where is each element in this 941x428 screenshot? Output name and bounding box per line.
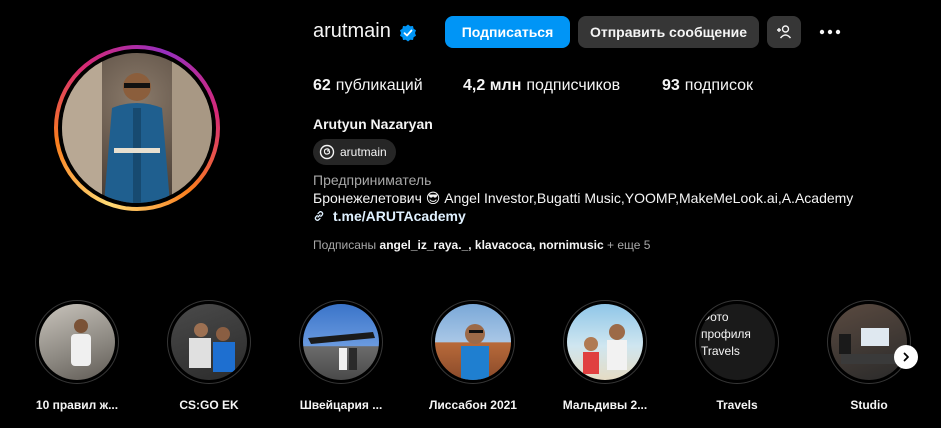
more-options-button[interactable] <box>814 16 846 48</box>
profile-avatar[interactable] <box>54 45 220 211</box>
profile-bio: Бронежелетович 😎 Angel Investor,Bugatti … <box>313 190 854 206</box>
verified-badge-icon <box>400 24 416 42</box>
highlight-label: Studio <box>850 398 888 412</box>
follow-button[interactable]: Подписаться <box>445 16 570 48</box>
highlight-label: Швейцария ... <box>299 398 383 412</box>
profile-username: arutmain <box>313 20 391 42</box>
suggested-users-button[interactable] <box>767 16 801 48</box>
threads-icon <box>319 144 335 160</box>
threads-handle: arutmain <box>340 145 387 159</box>
following-count: 93 <box>662 77 680 94</box>
highlight-item[interactable] <box>167 300 251 384</box>
full-name: Arutyun Nazaryan <box>313 116 433 132</box>
threads-link[interactable]: arutmain <box>313 139 396 165</box>
send-message-button[interactable]: Отправить сообщение <box>578 16 759 48</box>
highlight-cover <box>171 304 247 380</box>
followed-by[interactable]: Подписаны angel_iz_raya._, klavacoca, no… <box>313 238 650 252</box>
profile-category: Предприниматель <box>313 172 432 188</box>
avatar-photo <box>62 53 212 203</box>
highlight-cover-alt-text: Фото профиля Travels <box>699 304 775 380</box>
posts-count: 62 <box>313 77 331 94</box>
link-icon <box>314 211 324 221</box>
followers-label: подписчиков <box>526 77 621 94</box>
link-text: t.me/ARUTAcademy <box>333 208 466 224</box>
highlight-label: CS:GO EK <box>179 398 239 412</box>
posts-stat: 62 публикаций <box>313 77 423 95</box>
add-person-icon <box>777 25 792 39</box>
highlight-item[interactable] <box>299 300 383 384</box>
highlight-cover <box>435 304 511 380</box>
followed-by-names: angel_iz_raya._, klavacoca, nornimusic <box>379 238 604 252</box>
followers-count: 4,2 млн <box>463 77 522 94</box>
following-stat[interactable]: 93 подписок <box>662 77 753 95</box>
highlight-cover <box>831 304 907 380</box>
highlight-label: Travels <box>716 398 758 412</box>
highlight-item[interactable] <box>431 300 515 384</box>
following-label: подписок <box>684 77 754 94</box>
followed-suffix: + еще 5 <box>606 238 651 252</box>
followers-stat[interactable]: 4,2 млн подписчиков <box>463 77 620 95</box>
highlight-item[interactable] <box>563 300 647 384</box>
highlight-label: Мальдивы 2... <box>562 398 648 412</box>
highlight-cover <box>303 304 379 380</box>
highlight-item[interactable] <box>35 300 119 384</box>
profile-link[interactable]: t.me/ARUTAcademy <box>313 208 466 224</box>
highlights-next-button[interactable] <box>894 345 918 369</box>
avatar-illustration <box>62 53 212 203</box>
highlight-item[interactable]: Фото профиля Travels <box>695 300 779 384</box>
chevron-right-icon <box>903 352 909 362</box>
highlight-label: 10 правил ж... <box>35 398 119 412</box>
highlight-label: Лиссабон 2021 <box>429 398 517 412</box>
highlight-cover <box>567 304 643 380</box>
highlight-item[interactable] <box>827 300 911 384</box>
posts-label: публикаций <box>335 77 423 94</box>
followed-prefix: Подписаны <box>313 238 377 252</box>
more-options-icon <box>819 29 841 35</box>
highlight-cover <box>39 304 115 380</box>
